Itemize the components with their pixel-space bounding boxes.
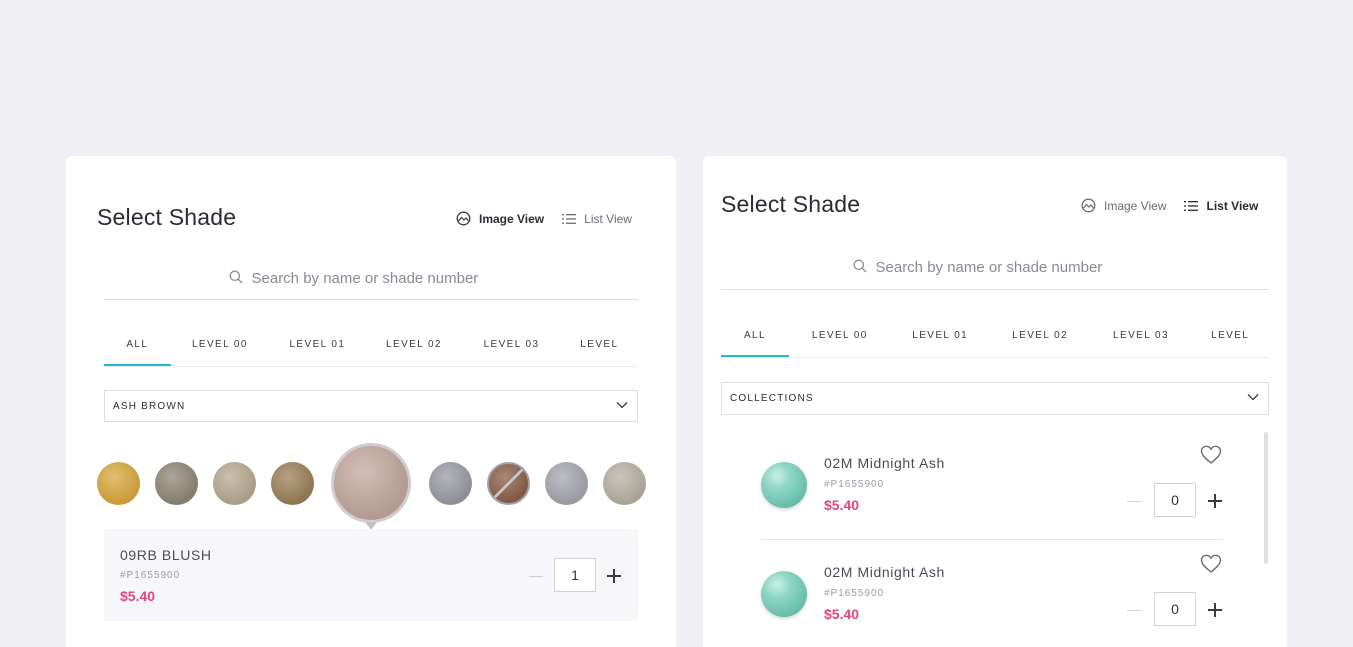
increase-quantity-button[interactable] [1207,493,1223,509]
list-scrollbar[interactable] [1264,432,1268,564]
shade-bottle-image [761,571,807,617]
list-view-label: List View [584,211,632,226]
tab-level-more[interactable]: LEVEL [561,339,638,366]
quantity-input[interactable] [1154,483,1196,517]
search-bar [721,246,1269,290]
level-tabs: ALL LEVEL 00 LEVEL 01 LEVEL 02 LEVEL 03 … [721,330,1269,358]
unavailable-slash-icon [489,464,528,503]
quantity-input[interactable] [554,558,596,592]
shade-price: $5.40 [824,497,860,513]
swatch-golden[interactable] [96,461,140,505]
tab-level-03[interactable]: LEVEL 03 [1091,330,1192,357]
swatch-ash-gray[interactable] [154,461,198,505]
search-input[interactable] [875,259,1138,276]
collections-dropdown[interactable]: COLLECTIONS [721,382,1269,415]
image-view-button[interactable]: Image View [456,211,544,226]
shade-code: #P1655900 [824,479,885,490]
search-bar [104,258,638,300]
image-view-button[interactable]: Image View [1081,198,1166,213]
tab-level-00[interactable]: LEVEL 00 [171,339,270,366]
swatch-copper-unavailable[interactable] [486,461,530,505]
swatch-pearl[interactable] [602,461,646,505]
decrease-quantity-button[interactable] [529,576,543,577]
heart-icon[interactable] [1200,554,1222,579]
list-view-button[interactable]: List View [562,212,632,226]
search-icon [853,259,867,277]
quantity-input[interactable] [1154,592,1196,626]
tab-level-03[interactable]: LEVEL 03 [462,339,561,366]
list-divider [761,539,1223,540]
shade-code: #P1655900 [120,570,181,581]
dropdown-value: ASH BROWN [113,400,186,412]
tab-level-more[interactable]: LEVEL [1191,330,1269,357]
image-view-label: Image View [479,211,545,226]
swatch-light-silver[interactable] [544,461,588,505]
heart-icon[interactable] [1200,445,1222,470]
search-input[interactable] [251,270,514,287]
shade-selector-list-view: Select Shade Image View List View ALL LE… [703,156,1287,647]
swatch-blush[interactable] [331,443,411,523]
chevron-down-icon [616,401,628,412]
image-view-label: Image View [1104,198,1167,213]
shade-price: $5.40 [824,606,860,622]
shade-name: 02M Midnight Ash [824,455,945,471]
shade-price: $5.40 [120,588,156,604]
dropdown-value: COLLECTIONS [730,393,814,404]
shade-family-dropdown[interactable]: ASH BROWN [104,390,638,422]
page-title: Select Shade [721,191,861,217]
tab-all[interactable]: ALL [104,339,171,366]
tab-level-00[interactable]: LEVEL 00 [789,330,891,357]
shade-code: #P1655900 [824,588,885,599]
page-title: Select Shade [97,204,237,230]
shade-name: 09RB BLUSH [120,547,212,563]
shade-selector-image-view: Select Shade Image View List View ALL LE… [66,156,676,647]
tab-all[interactable]: ALL [721,330,789,357]
list-icon [562,213,577,225]
shade-bottle-image [761,462,807,508]
selected-shade-detail: 09RB BLUSH #P1655900 $5.40 [104,529,638,621]
tab-level-02[interactable]: LEVEL 02 [366,339,463,366]
increase-quantity-button[interactable] [1207,602,1223,618]
list-view-label: List View [1206,198,1259,213]
search-icon [229,270,243,288]
tab-level-01[interactable]: LEVEL 01 [891,330,990,357]
tab-level-01[interactable]: LEVEL 01 [269,339,366,366]
increase-quantity-button[interactable] [606,568,622,584]
image-icon [1081,198,1096,213]
view-toggle: Image View List View [1081,198,1258,213]
swatch-sand[interactable] [212,461,256,505]
list-view-button[interactable]: List View [1184,199,1258,213]
swatch-silver[interactable] [428,461,472,505]
decrease-quantity-button[interactable] [1127,501,1141,502]
decrease-quantity-button[interactable] [1127,610,1141,611]
chevron-down-icon [1247,393,1259,404]
view-toggle: Image View List View [456,211,632,226]
image-icon [456,211,471,226]
list-icon [1184,200,1199,212]
tab-level-02[interactable]: LEVEL 02 [990,330,1091,357]
shade-name: 02M Midnight Ash [824,564,945,580]
level-tabs: ALL LEVEL 00 LEVEL 01 LEVEL 02 LEVEL 03 … [104,339,638,367]
swatch-light-brown[interactable] [270,461,314,505]
